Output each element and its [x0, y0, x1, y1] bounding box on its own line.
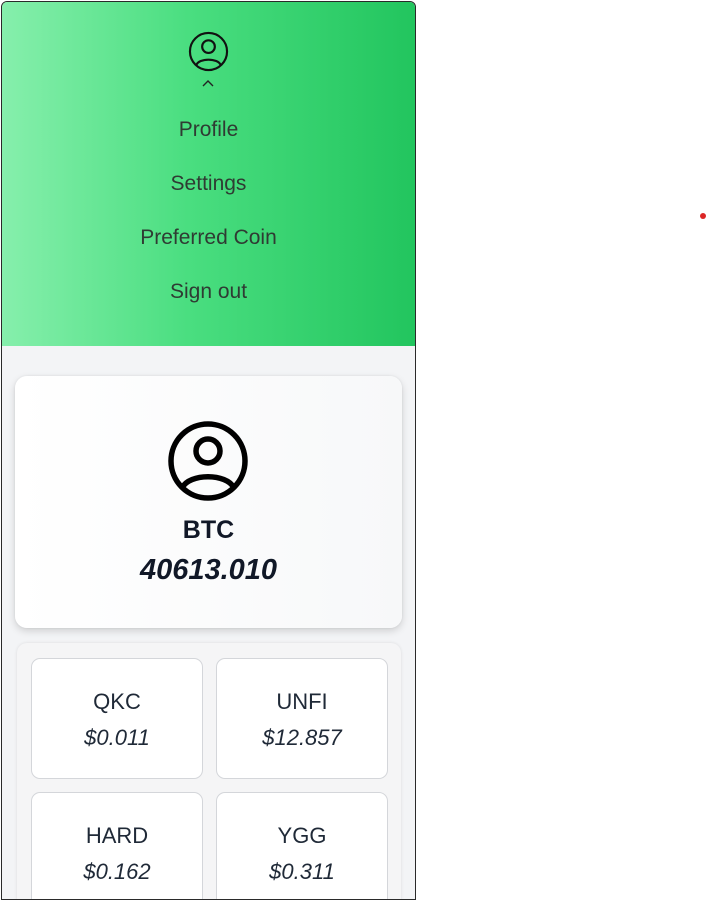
- menu-item-profile[interactable]: Profile: [2, 110, 415, 164]
- user-circle-icon: [168, 421, 248, 501]
- menu-item-preferred-coin[interactable]: Preferred Coin: [2, 218, 415, 272]
- coin-card-ygg[interactable]: YGG $0.311: [216, 792, 388, 899]
- app-window: Profile Settings Preferred Coin Sign out…: [1, 1, 416, 900]
- coin-card-qkc[interactable]: QKC $0.011: [31, 658, 203, 779]
- coin-card-hard[interactable]: HARD $0.162: [31, 792, 203, 899]
- user-circle-icon[interactable]: [188, 31, 229, 72]
- preferred-coin-card: BTC 40613.010: [15, 376, 402, 628]
- coin-symbol: YGG: [277, 823, 327, 848]
- coin-symbol: HARD: [85, 823, 149, 848]
- coin-price: $12.857: [262, 725, 342, 750]
- menu-item-sign-out[interactable]: Sign out: [2, 272, 415, 326]
- coin-symbol: UNFI: [276, 689, 328, 714]
- user-menu: Profile Settings Preferred Coin Sign out: [2, 110, 415, 326]
- coin-symbol: QKC: [93, 689, 141, 714]
- menu-item-settings[interactable]: Settings: [2, 164, 415, 218]
- preferred-coin-symbol: BTC: [182, 516, 235, 544]
- coin-price: $0.011: [84, 725, 150, 750]
- main-content: BTC 40613.010 QKC $0.011 UNFI $12.857 HA…: [2, 346, 415, 899]
- chevron-up-icon[interactable]: [201, 78, 215, 88]
- header-menu-panel: Profile Settings Preferred Coin Sign out: [2, 2, 415, 346]
- preferred-coin-value: 40613.010: [139, 554, 278, 586]
- coin-grid: QKC $0.011 UNFI $12.857 HARD $0.162 YGG …: [17, 643, 401, 899]
- coin-card-unfi[interactable]: UNFI $12.857: [216, 658, 388, 779]
- status-indicator-dot: [700, 213, 706, 219]
- coin-price: $0.311: [269, 859, 335, 884]
- coin-price: $0.162: [83, 859, 151, 884]
